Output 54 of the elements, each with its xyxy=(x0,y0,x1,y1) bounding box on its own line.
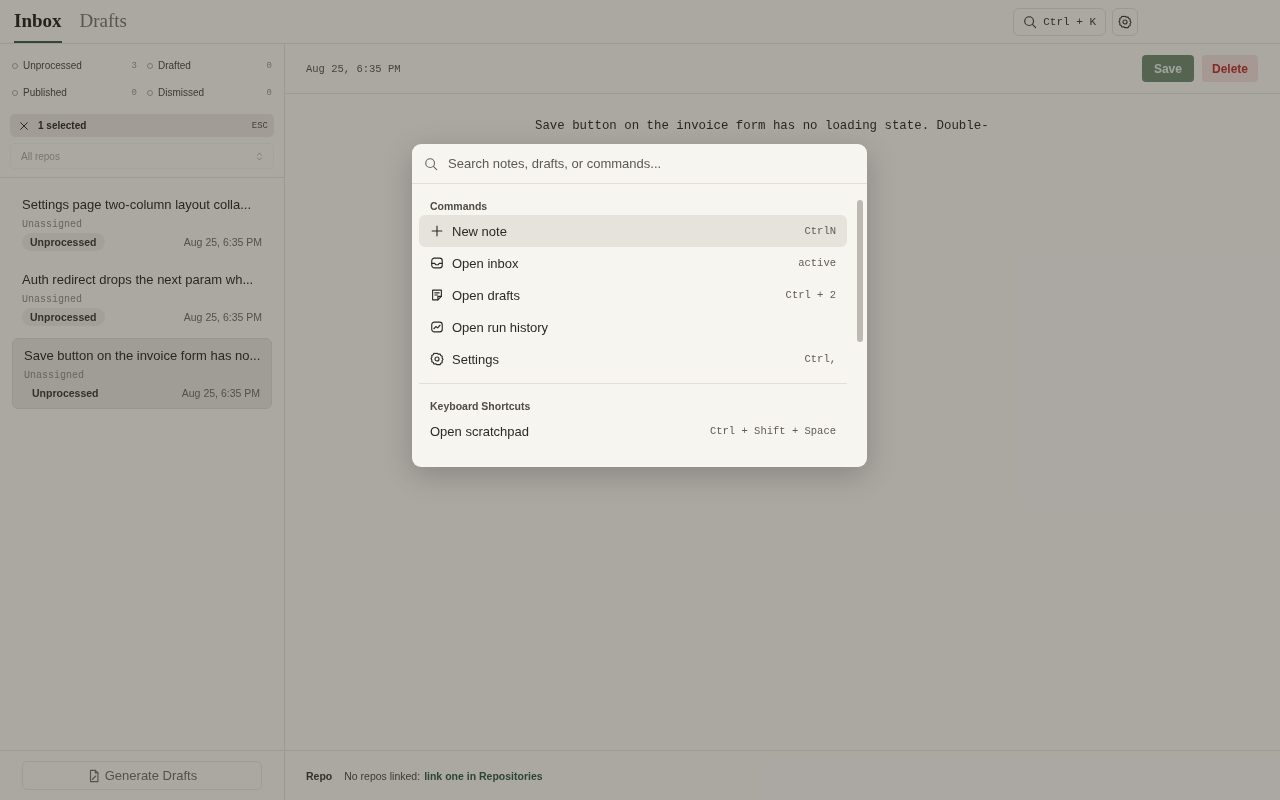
note-body: Save button on the invoice form has no loading state. Double- xyxy=(535,118,990,135)
note-title: Settings page two-column layout colla... xyxy=(22,196,253,213)
filter-label[interactable]: Dismissed xyxy=(158,87,262,98)
search-icon xyxy=(424,156,438,171)
chart-icon xyxy=(430,320,444,334)
status-label: Unprocessed xyxy=(22,308,105,326)
close-icon xyxy=(18,119,30,132)
note-time: Aug 25, 6:35 PM xyxy=(181,387,260,399)
repo-label: Repo xyxy=(306,769,333,782)
command-item[interactable]: New note CtrlN xyxy=(419,215,847,247)
command-item[interactable]: Settings Ctrl, xyxy=(419,343,847,375)
shortcut-hint: Ctrl + 2 xyxy=(785,289,836,301)
settings-icon xyxy=(430,352,444,366)
tab[interactable]: Drafts xyxy=(79,0,127,43)
tab[interactable]: Inbox xyxy=(14,0,62,43)
note-title: Save button on the invoice form has no... xyxy=(24,347,260,364)
note-card[interactable]: Auth redirect drops the next param wh... Unassigned Unprocessed Aug 25, 6:35 PM xyxy=(12,263,272,332)
generate-drafts-button[interactable]: Generate Drafts xyxy=(22,761,262,790)
command-item[interactable]: Open inbox active xyxy=(419,247,847,279)
shortcut-hint: Ctrl + Shift + Space xyxy=(709,425,836,437)
status-label: Unprocessed xyxy=(22,233,105,251)
note-card[interactable]: Settings page two-column layout colla... Unassigned Unprocessed Aug 25, 6:35 PM xyxy=(12,188,272,257)
shortcut-hint: Ctrl, xyxy=(804,353,836,365)
note-icon xyxy=(430,288,444,302)
search-icon xyxy=(1023,14,1038,29)
command-item[interactable]: Open scratchpad Ctrl + Shift + Space xyxy=(419,415,847,447)
plus-icon xyxy=(430,224,444,238)
chevron-updown-icon xyxy=(254,150,265,162)
settings-button[interactable] xyxy=(1112,7,1138,36)
filter-label[interactable]: Drafted xyxy=(158,60,262,71)
shortcut-hint: active xyxy=(798,257,836,269)
selection-count: 1 selected xyxy=(38,120,88,131)
filter-label[interactable]: Unprocessed xyxy=(23,60,127,71)
note-assignee: Unassigned xyxy=(22,294,83,305)
status-label: Unprocessed xyxy=(31,386,100,401)
note-timestamp: Aug 25, 6:35 PM xyxy=(306,62,402,75)
repo-status-text: No repos linked: xyxy=(344,769,421,782)
command-item[interactable]: Open drafts Ctrl + 2 xyxy=(419,279,847,311)
note-time: Aug 25, 6:35 PM xyxy=(183,311,262,323)
note-title: Auth redirect drops the next param wh... xyxy=(22,271,255,288)
section-heading: Keyboard Shortcuts xyxy=(429,400,532,414)
search-button[interactable]: Ctrl + K xyxy=(1013,7,1106,36)
inbox-icon xyxy=(430,256,444,270)
filter-label[interactable]: Published xyxy=(23,87,127,98)
search-field[interactable]: Search notes, drafts, or commands... xyxy=(446,155,855,172)
shortcut-hint: ESC xyxy=(251,120,268,131)
note-assignee: Unassigned xyxy=(22,219,83,230)
note-time: Aug 25, 6:35 PM xyxy=(183,236,262,248)
repositories-link[interactable]: link one in Repositories xyxy=(424,769,543,782)
command-item[interactable]: Open run history xyxy=(419,311,847,343)
delete-button[interactable]: Delete xyxy=(1201,55,1258,82)
settings-icon xyxy=(1118,14,1132,29)
shortcut-hint: CtrlN xyxy=(804,225,836,237)
section-heading: Commands xyxy=(429,200,489,214)
